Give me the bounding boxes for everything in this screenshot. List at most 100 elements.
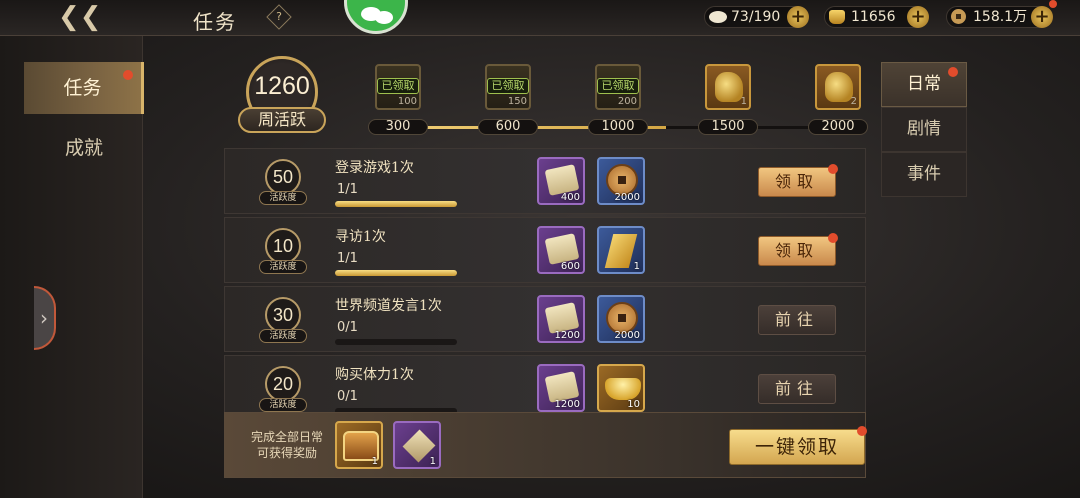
task-row: 20 活跃度 购买体力1次 0/1 1200 10 前往 bbox=[224, 355, 866, 412]
claim-all-button[interactable]: 一键领取 bbox=[729, 426, 867, 465]
reward-ticket-icon[interactable]: 1 bbox=[597, 226, 645, 274]
gold-counter: 11656 + bbox=[824, 6, 929, 28]
reward-scroll-icon[interactable]: 1200 bbox=[537, 295, 585, 343]
button-label: 前往 bbox=[774, 379, 819, 398]
reward-qty: 1200 bbox=[554, 330, 580, 341]
back-arrow-icon[interactable]: ❮❮ bbox=[58, 4, 102, 32]
activity-points: 50 活跃度 bbox=[259, 159, 307, 209]
stamina-counter: 73/190 + bbox=[704, 6, 809, 28]
notification-dot bbox=[123, 70, 133, 80]
reward-scroll-icon[interactable]: 600 bbox=[537, 226, 585, 274]
reward-qty: 2000 bbox=[614, 192, 640, 203]
beast-statue-icon: 2 bbox=[815, 64, 861, 110]
notification-dot bbox=[857, 426, 867, 436]
stamina-icon bbox=[709, 11, 727, 23]
claimed-tag: 已领取 bbox=[487, 78, 529, 94]
gold-ingot-icon bbox=[829, 10, 845, 24]
reward-treasure-chest-icon[interactable]: 1 bbox=[335, 421, 383, 469]
completion-text-line2: 可获得奖励 bbox=[256, 446, 317, 460]
reward-qty: 1200 bbox=[554, 399, 580, 410]
sidebar-item-tasks[interactable]: 任务 bbox=[24, 62, 144, 114]
claim-button[interactable]: 领取 bbox=[758, 233, 838, 266]
milestone-qty: 200 bbox=[617, 96, 637, 107]
reward-qty: 1 bbox=[633, 261, 640, 272]
points-value: 30 bbox=[265, 297, 301, 333]
reward-chest-icon: 已领取 100 bbox=[375, 64, 421, 110]
milestone-qty: 100 bbox=[397, 96, 417, 107]
help-icon[interactable]: ? bbox=[266, 4, 292, 30]
milestone-threshold: 1000 bbox=[588, 119, 648, 135]
task-name: 寻访1次 bbox=[335, 229, 386, 245]
milestone-qty: 2 bbox=[850, 96, 857, 107]
progress-bar bbox=[335, 270, 457, 276]
reward-chest-icon: 已领取 200 bbox=[595, 64, 641, 110]
points-label: 活跃度 bbox=[259, 191, 307, 205]
task-list[interactable]: 50 活跃度 登录游戏1次 1/1 400 2000 领取 10 活跃度 寻访1… bbox=[224, 148, 866, 412]
button-label: 前往 bbox=[774, 310, 819, 329]
milestone-qty: 1 bbox=[740, 96, 747, 107]
gold-value: 11656 bbox=[851, 9, 896, 25]
completion-reward-text: 完成全部日常 可获得奖励 bbox=[239, 429, 335, 461]
reward-qty: 400 bbox=[560, 192, 580, 203]
category-tabs: 日常 剧情 事件 bbox=[881, 62, 967, 197]
goto-button[interactable]: 前往 bbox=[758, 374, 836, 404]
task-progress-text: 0/1 bbox=[337, 389, 358, 404]
task-progress-text: 1/1 bbox=[337, 182, 358, 197]
milestone-threshold: 1500 bbox=[698, 119, 758, 135]
points-value: 20 bbox=[265, 366, 301, 402]
reward-chest-icon: 已领取 150 bbox=[485, 64, 531, 110]
beast-figure bbox=[715, 72, 743, 102]
add-stamina-button[interactable]: + bbox=[787, 6, 809, 28]
goto-button[interactable]: 前往 bbox=[758, 305, 836, 335]
points-label: 活跃度 bbox=[259, 398, 307, 412]
claimed-tag: 已领取 bbox=[597, 78, 639, 94]
reward-qty: 1 bbox=[371, 456, 378, 467]
task-name: 登录游戏1次 bbox=[335, 160, 414, 176]
reward-qty: 10 bbox=[627, 399, 640, 410]
add-coin-button[interactable]: + bbox=[1031, 0, 1057, 28]
add-gold-button[interactable]: + bbox=[907, 6, 929, 28]
reward-copper-coin-icon[interactable]: 2000 bbox=[597, 295, 645, 343]
copper-coin-icon bbox=[951, 9, 966, 24]
task-row: 30 活跃度 世界频道发言1次 0/1 1200 2000 前往 bbox=[224, 286, 866, 352]
task-name: 购买体力1次 bbox=[335, 367, 414, 383]
tab-label: 剧情 bbox=[907, 119, 941, 139]
task-row: 10 活跃度 寻访1次 1/1 600 1 领取 bbox=[224, 217, 866, 283]
reward-copper-coin-icon[interactable]: 2000 bbox=[597, 157, 645, 205]
beast-figure bbox=[825, 72, 853, 102]
tab-daily[interactable]: 日常 bbox=[881, 62, 967, 107]
tab-label: 日常 bbox=[907, 74, 941, 94]
reward-scroll-icon[interactable]: 1200 bbox=[537, 364, 585, 412]
points-label: 活跃度 bbox=[259, 260, 307, 274]
points-label: 活跃度 bbox=[259, 329, 307, 343]
button-label: 领取 bbox=[774, 172, 819, 191]
notification-dot bbox=[948, 67, 958, 77]
points-value: 10 bbox=[265, 228, 301, 264]
claim-button[interactable]: 领取 bbox=[758, 164, 838, 197]
reward-qty: 600 bbox=[560, 261, 580, 272]
progress-bar bbox=[335, 201, 457, 207]
claimed-tag: 已领取 bbox=[377, 78, 419, 94]
weekly-activity-badge: 1260 周活跃 bbox=[236, 56, 328, 136]
wechat-icon[interactable] bbox=[344, 0, 408, 34]
activity-points: 20 活跃度 bbox=[259, 366, 307, 412]
activity-points: 10 活跃度 bbox=[259, 228, 307, 278]
sidebar-item-label: 成就 bbox=[64, 137, 103, 159]
sidebar-item-achievements[interactable]: 成就 bbox=[24, 122, 144, 174]
top-bar: ❮❮ 任务 ? 73/190 + 11656 + 158.1万 + bbox=[0, 0, 1080, 36]
tab-story[interactable]: 剧情 bbox=[881, 107, 967, 152]
notification-dot bbox=[828, 233, 838, 243]
button-label: 领取 bbox=[774, 241, 819, 260]
reward-gold-ingot-icon[interactable]: 10 bbox=[597, 364, 645, 412]
task-row: 50 活跃度 登录游戏1次 1/1 400 2000 领取 bbox=[224, 148, 866, 214]
reward-bag-icon[interactable]: 1 bbox=[393, 421, 441, 469]
points-value: 50 bbox=[265, 159, 301, 195]
reward-scroll-icon[interactable]: 400 bbox=[537, 157, 585, 205]
sidebar: 任务 成就 › bbox=[0, 36, 144, 498]
milestone-qty: 150 bbox=[507, 96, 527, 107]
tab-events[interactable]: 事件 bbox=[881, 152, 967, 197]
progress-bar-fill bbox=[335, 201, 457, 207]
sidebar-item-label: 任务 bbox=[63, 77, 102, 99]
expand-arrow-icon[interactable]: › bbox=[34, 286, 56, 350]
ingot-art bbox=[605, 378, 641, 400]
